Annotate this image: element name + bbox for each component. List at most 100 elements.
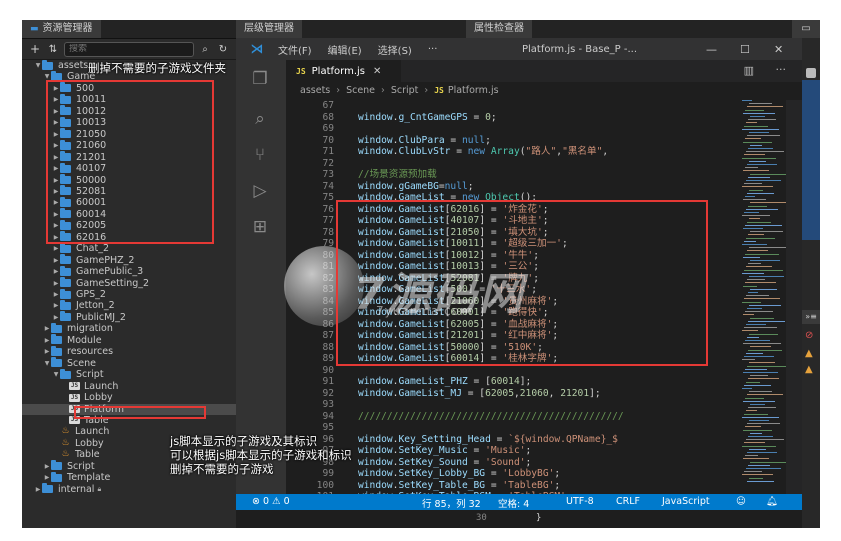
tree-item[interactable]: ▶ internal 🔒︎ <box>22 483 236 495</box>
minimap-line <box>746 237 775 239</box>
caret-right-icon[interactable]: ▶ <box>52 255 60 266</box>
caret-right-icon[interactable]: ▶ <box>52 243 60 254</box>
tree-item[interactable]: ▶ GamePHZ_2 <box>22 254 236 266</box>
assets-search[interactable] <box>64 41 194 57</box>
search-icon[interactable]: ⌕ <box>248 108 272 130</box>
code-token: ClubPara <box>398 134 445 146</box>
tree-item[interactable]: ▶ GPS_2 <box>22 288 236 300</box>
code-text: //场景资源预加载 <box>358 169 437 181</box>
breadcrumb-item[interactable]: Script <box>391 85 419 96</box>
minimap-line <box>744 183 762 185</box>
properties-tab[interactable]: 属性检查器 <box>466 20 532 38</box>
tree-item[interactable]: ▶ Module <box>22 334 236 346</box>
tree-item[interactable]: ▼ Script <box>22 368 236 380</box>
line-number: 76 <box>322 203 334 215</box>
minimap-line <box>743 285 757 287</box>
eol-status[interactable]: CRLF <box>616 496 640 507</box>
menu-file[interactable]: 文件(F) <box>278 42 312 57</box>
bell-icon[interactable]: 🔔︎ <box>766 496 778 507</box>
caret-right-icon[interactable]: ▶ <box>52 312 60 323</box>
code-line: 91 window.GameList_PHZ = [60014]; <box>286 376 531 388</box>
caret-right-icon[interactable]: ▶ <box>43 346 51 357</box>
editor-scrollbar[interactable] <box>786 100 802 510</box>
tree-item[interactable]: ▶ GameSetting_2 <box>22 277 236 289</box>
tree-item[interactable]: JS Lobby <box>22 392 236 403</box>
maximize-icon[interactable]: ☐ <box>740 43 750 56</box>
caret-right-icon[interactable]: ▶ <box>43 323 51 334</box>
minimap-line <box>742 359 755 361</box>
assets-tab[interactable]: ▬ 资源管理器 <box>22 20 101 38</box>
tab-close-icon[interactable]: ✕ <box>373 66 381 77</box>
feedback-icon[interactable]: ☺ <box>736 496 746 507</box>
tree-item[interactable]: ▶ Chat_2 <box>22 242 236 254</box>
extensions-icon[interactable]: ⊞ <box>248 216 272 238</box>
caret-down-icon[interactable]: ▼ <box>43 358 51 369</box>
code-text: window.ClubPara = null; <box>358 135 491 147</box>
menu-more[interactable]: ··· <box>428 44 438 55</box>
minimap-line <box>747 192 774 194</box>
minimize-icon[interactable]: — <box>706 43 717 56</box>
tree-item[interactable]: ▼ Scene <box>22 357 236 369</box>
refresh-icon[interactable]: ↻ <box>216 44 230 55</box>
folder-icon <box>51 460 62 471</box>
more-actions-icon[interactable]: ··· <box>776 63 787 76</box>
problems-status[interactable]: ⊗ 0 ⚠ 0 <box>252 496 290 507</box>
source-control-icon[interactable]: ⑂ <box>248 144 272 166</box>
line-number: 99 <box>322 468 334 479</box>
explorer-icon[interactable]: ❐ <box>248 68 272 90</box>
menu-selection[interactable]: 选择(S) <box>378 42 412 57</box>
tree-item[interactable]: ▶ migration <box>22 322 236 335</box>
assets-search-input[interactable] <box>65 44 193 54</box>
code-line: 78 window.GameList[21050] = '填大坑'; <box>286 227 548 239</box>
caret-right-icon[interactable]: ▶ <box>43 461 51 472</box>
minimap-line <box>745 196 755 197</box>
breadcrumb-item[interactable]: Platform.js <box>448 85 499 96</box>
caret-right-icon[interactable]: ▶ <box>43 335 51 346</box>
annotation-note-top: 删掉不需要的子游戏文件夹 <box>88 61 226 75</box>
line-number: 91 <box>322 376 334 387</box>
hierarchy-tab[interactable]: 层级管理器 <box>236 20 302 38</box>
line-number: 75 <box>322 192 334 203</box>
tree-item[interactable]: JS Launch <box>22 381 236 392</box>
close-icon[interactable]: ✕ <box>774 43 783 56</box>
breadcrumb-item[interactable]: Scene <box>346 85 375 96</box>
tab-platform-js[interactable]: JS Platform.js ✕ <box>286 60 401 82</box>
split-editor-icon[interactable]: ▥ <box>744 64 754 77</box>
menu-edit[interactable]: 编辑(E) <box>328 42 362 57</box>
caret-right-icon[interactable]: ▶ <box>43 472 51 483</box>
language-status[interactable]: JavaScript <box>662 496 710 507</box>
code-token: ; <box>554 479 561 491</box>
caret-down-icon[interactable]: ▼ <box>34 60 42 71</box>
tree-item-label: migration <box>67 323 113 335</box>
cursor-position[interactable]: 行 85，列 32 <box>422 496 481 510</box>
tree-item[interactable]: ▶ PublicMJ_2 <box>22 311 236 323</box>
tree-item[interactable]: ▶ Jetton_2 <box>22 299 236 311</box>
folder-icon <box>60 299 71 310</box>
code-token: = <box>450 146 468 157</box>
breadcrumb-item[interactable]: assets <box>300 85 330 96</box>
caret-right-icon[interactable]: ▶ <box>34 484 42 495</box>
assets-titlebar: ▬ 资源管理器 <box>22 20 236 39</box>
caret-right-icon[interactable]: ▶ <box>52 266 60 277</box>
tree-item[interactable]: ▶ resources <box>22 345 236 357</box>
caret-right-icon[interactable]: ▶ <box>52 289 60 300</box>
minimap[interactable] <box>740 100 786 510</box>
minimap-line <box>743 141 772 143</box>
panel-tab-icon[interactable]: ▭ <box>792 20 820 38</box>
add-icon[interactable]: + <box>28 42 42 56</box>
caret-down-icon[interactable]: ▼ <box>52 369 60 380</box>
minimap-line <box>743 458 769 460</box>
debug-icon[interactable]: ▷ <box>248 180 272 202</box>
minimap-line <box>747 250 768 252</box>
sort-icon[interactable]: ⇅ <box>46 44 60 55</box>
encoding-status[interactable]: UTF-8 <box>566 496 594 507</box>
search-icon[interactable]: ⌕ <box>198 44 212 55</box>
minimap-line <box>748 148 773 149</box>
tree-item[interactable]: ▶ GamePublic_3 <box>22 265 236 277</box>
tab-label: Platform.js <box>311 65 365 77</box>
minimap-line <box>744 442 765 444</box>
indent-status[interactable]: 空格: 4 <box>498 496 529 510</box>
caret-right-icon[interactable]: ▶ <box>52 300 60 311</box>
minimap-line <box>748 436 773 437</box>
caret-right-icon[interactable]: ▶ <box>52 278 60 289</box>
